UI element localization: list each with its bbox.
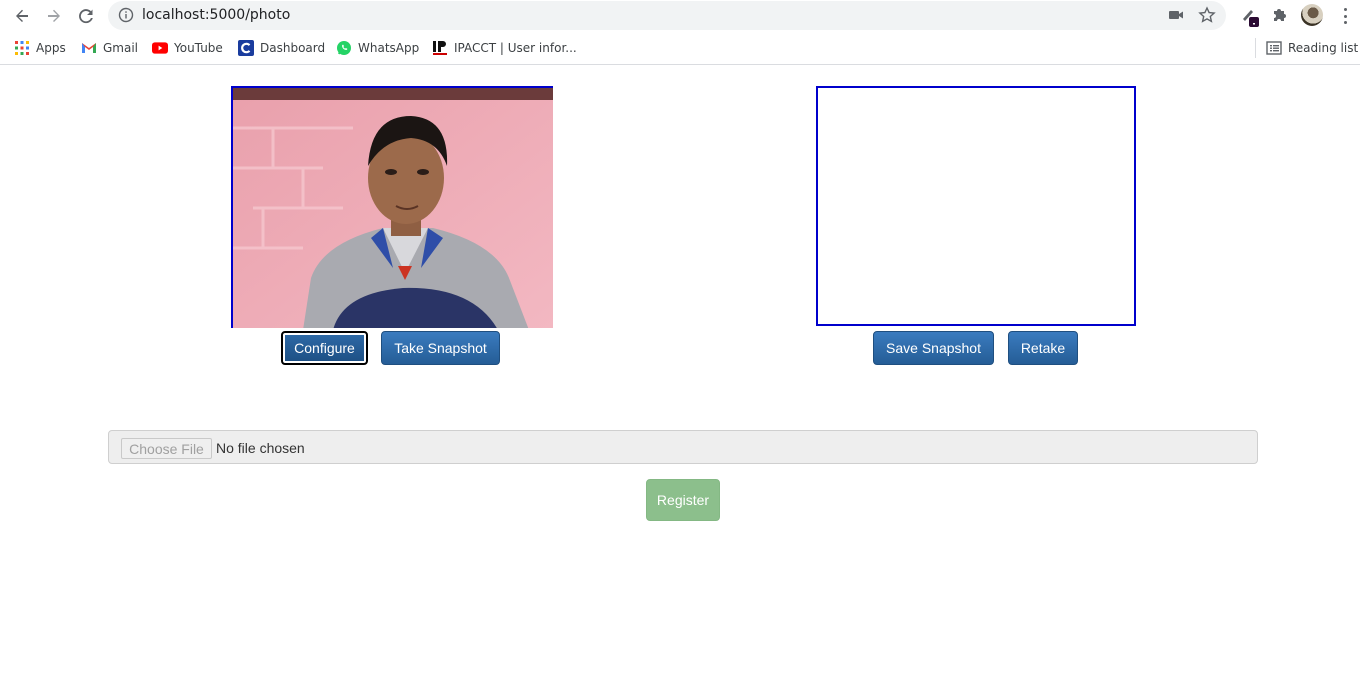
bookmark-whatsapp[interactable]: WhatsApp: [336, 39, 419, 57]
bookmark-label: Dashboard: [260, 41, 326, 55]
bookmark-apps[interactable]: Apps: [14, 39, 66, 57]
snapshot-preview: [816, 86, 1136, 326]
camera-icon[interactable]: [1168, 8, 1184, 27]
apps-grid-icon: [14, 40, 30, 56]
reading-list-button[interactable]: Reading list: [1266, 39, 1358, 57]
camera-image: [233, 88, 553, 328]
bookmarks-divider: [1255, 38, 1256, 58]
browser-toolbar: localhost:5000/photo: [0, 0, 1360, 32]
bookmark-ipacct[interactable]: IPACCT | User infor...: [432, 39, 577, 57]
profile-avatar[interactable]: [1301, 4, 1323, 26]
whatsapp-icon: [336, 40, 352, 56]
file-status-text: No file chosen: [216, 440, 305, 456]
bookmark-dashboard[interactable]: Dashboard: [238, 39, 325, 57]
bookmark-label: YouTube: [174, 41, 223, 55]
configure-button[interactable]: Configure: [281, 331, 368, 365]
bookmark-gmail[interactable]: Gmail: [81, 39, 138, 57]
reading-list-icon: [1266, 40, 1282, 56]
reload-icon[interactable]: [74, 4, 98, 28]
ipacct-icon: [432, 40, 448, 56]
register-button[interactable]: Register: [646, 479, 720, 521]
extensions-puzzle-icon[interactable]: [1271, 5, 1289, 30]
info-icon[interactable]: [118, 7, 134, 23]
reading-list-label: Reading list: [1288, 41, 1359, 55]
bookmark-label: WhatsApp: [358, 41, 420, 55]
youtube-icon: [152, 40, 168, 56]
bookmarks-bar: Apps Gmail YouTube Dashboard WhatsApp IP…: [0, 32, 1360, 65]
address-bar[interactable]: localhost:5000/photo: [108, 1, 1226, 30]
url-text: localhost:5000/photo: [142, 7, 291, 23]
retake-button[interactable]: Retake: [1008, 331, 1078, 365]
choose-file-button[interactable]: Choose File: [121, 438, 212, 459]
dashboard-icon: [238, 40, 254, 56]
bookmark-youtube[interactable]: YouTube: [152, 39, 223, 57]
extension-pen-icon[interactable]: [1240, 5, 1262, 34]
save-snapshot-button[interactable]: Save Snapshot: [873, 331, 994, 365]
bookmark-label: Gmail: [103, 41, 139, 55]
camera-feed: [231, 86, 553, 328]
bookmark-label: Apps: [36, 41, 66, 55]
take-snapshot-button[interactable]: Take Snapshot: [381, 331, 500, 365]
bookmark-star-icon[interactable]: [1198, 6, 1216, 29]
back-arrow-icon[interactable]: [10, 4, 34, 28]
gmail-icon: [81, 40, 97, 56]
bookmark-label: IPACCT | User infor...: [454, 41, 577, 55]
forward-arrow-icon[interactable]: [42, 4, 66, 28]
menu-kebab-icon[interactable]: [1338, 6, 1352, 26]
file-upload-field[interactable]: Choose File No file chosen: [108, 430, 1258, 464]
